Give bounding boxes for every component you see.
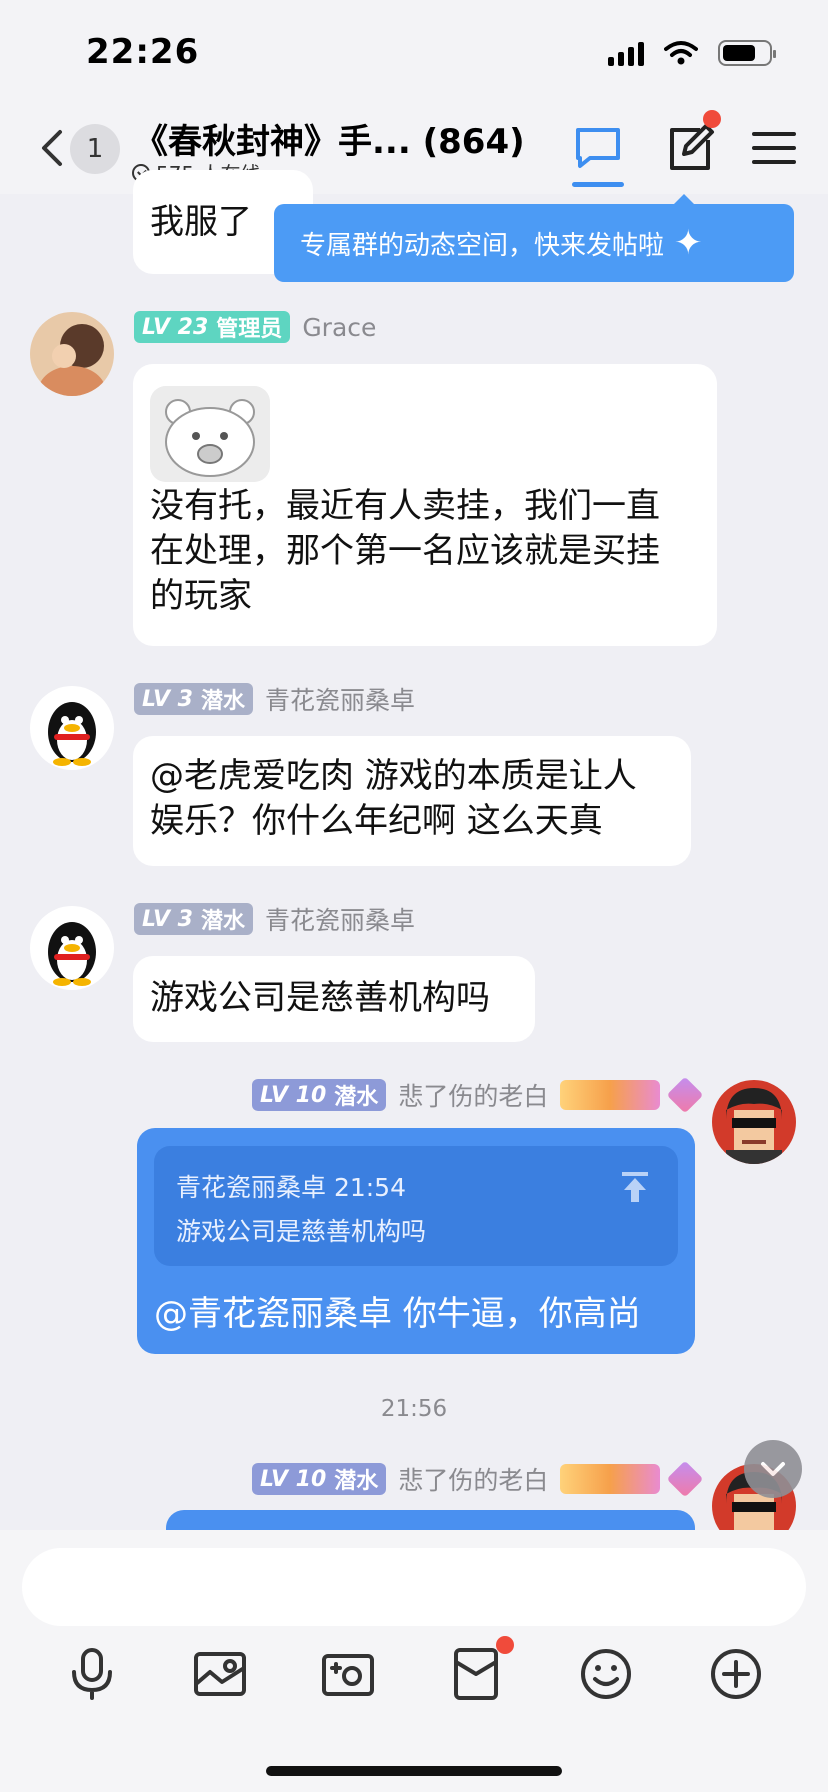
sender-name[interactable]: 青花瓷丽桑卓 xyxy=(265,901,415,937)
message-bubble[interactable]: @老虎爱吃肉 游戏的本质是让人 娱乐？你什么年纪啊 这么天真 xyxy=(133,736,691,866)
status-bar: 22:26 xyxy=(0,0,828,110)
level-badge: LV 10 潜水 xyxy=(252,1079,387,1111)
role-text: 潜水 xyxy=(334,1469,379,1494)
message-input[interactable] xyxy=(22,1548,806,1626)
wifi-icon xyxy=(664,41,698,65)
bear-sticker-image[interactable] xyxy=(150,386,270,482)
avatar[interactable] xyxy=(30,312,114,396)
chevron-down-icon xyxy=(761,1462,785,1476)
role-text: 管理员 xyxy=(216,317,283,342)
level-text: LV 3 xyxy=(142,686,193,712)
sender-name[interactable]: 青花瓷丽桑卓 xyxy=(265,681,415,717)
message-text: @青花瓷丽桑卓 你牛逼，你高尚 xyxy=(154,1294,641,1334)
sender-meta: LV 10 潜水 悲了伤的老白 xyxy=(252,1076,704,1114)
level-text: LV 10 xyxy=(260,1466,327,1492)
camera-icon[interactable] xyxy=(320,1646,376,1702)
message-text: 我服了 xyxy=(150,202,252,242)
penguin-avatar[interactable] xyxy=(30,906,114,990)
gem-badge-icon xyxy=(666,1460,704,1498)
message-bubble[interactable]: 游戏公司是慈善机构吗 xyxy=(133,956,535,1042)
quoted-reply[interactable]: 青花瓷丽桑卓 21:54 游戏公司是慈善机构吗 xyxy=(154,1146,678,1266)
emoji-icon[interactable] xyxy=(578,1646,634,1702)
level-text: LV 23 xyxy=(142,314,209,340)
quote-header: 青花瓷丽桑卓 21:54 xyxy=(176,1173,406,1202)
level-badge: LV 23 管理员 xyxy=(134,311,291,343)
image-icon[interactable] xyxy=(192,1646,248,1702)
level-badge: LV 3 潜水 xyxy=(134,903,253,935)
medal-badge-icon xyxy=(560,1080,661,1110)
status-icons xyxy=(608,40,776,66)
gem-badge-icon xyxy=(666,1076,704,1114)
sender-name[interactable]: 悲了伤的老白 xyxy=(398,1461,548,1497)
microphone-icon[interactable] xyxy=(64,1646,120,1702)
level-text: LV 3 xyxy=(142,906,193,932)
composer xyxy=(0,1530,828,1792)
message-text-line: 娱乐？你什么年纪啊 这么天真 xyxy=(150,801,603,841)
menu-icon[interactable] xyxy=(748,122,800,174)
penguin-avatar[interactable] xyxy=(30,686,114,770)
sender-meta: LV 3 潜水 青花瓷丽桑卓 xyxy=(134,902,415,936)
red-packet-icon[interactable] xyxy=(448,1646,504,1702)
role-text: 潜水 xyxy=(334,1085,379,1110)
notification-dot xyxy=(496,1636,514,1654)
sender-meta: LV 23 管理员 Grace xyxy=(134,310,376,344)
message-text-line: 的玩家 xyxy=(150,576,252,616)
group-title[interactable]: 《春秋封神》手... (864) xyxy=(134,114,525,163)
battery-icon xyxy=(718,40,776,66)
chat-header: 1 《春秋封神》手... (864) 575 人在线 xyxy=(0,110,828,194)
role-text: 潜水 xyxy=(200,689,245,714)
plus-icon[interactable] xyxy=(708,1646,764,1702)
message-text-line: 在处理，那个第一名应该就是买挂 xyxy=(150,531,660,571)
quote-text: 游戏公司是慈善机构吗 xyxy=(176,1217,427,1246)
level-badge: LV 10 潜水 xyxy=(252,1463,387,1495)
feed-tooltip[interactable]: 专属群的动态空间，快来发帖啦 ✦ xyxy=(274,194,794,282)
medal-badge-icon xyxy=(560,1464,661,1494)
unread-count-badge[interactable]: 1 xyxy=(70,124,120,174)
status-time: 22:26 xyxy=(86,32,200,72)
cellular-signal-icon xyxy=(608,40,644,66)
sender-meta: LV 10 潜水 悲了伤的老白 xyxy=(252,1460,704,1498)
message-text-line: 没有托，最近有人卖挂，我们一直 xyxy=(150,486,660,526)
back-chevron-icon[interactable] xyxy=(36,126,66,170)
message-text-line: 游戏公司是慈善机构吗 xyxy=(150,978,490,1018)
sender-meta: LV 3 潜水 青花瓷丽桑卓 xyxy=(134,682,415,716)
pixel-avatar[interactable] xyxy=(712,1080,796,1164)
role-text: 潜水 xyxy=(200,909,245,934)
scroll-to-quote-icon[interactable] xyxy=(620,1170,650,1204)
level-badge: LV 3 潜水 xyxy=(134,683,253,715)
time-divider: 21:56 xyxy=(380,1396,448,1422)
level-text: LV 10 xyxy=(260,1082,327,1108)
sender-name[interactable]: Grace xyxy=(302,313,376,342)
scroll-to-bottom-button[interactable] xyxy=(744,1440,802,1498)
active-tab-indicator xyxy=(572,182,624,187)
compose-post-icon[interactable] xyxy=(664,122,716,174)
chat-tab-icon[interactable] xyxy=(572,122,624,174)
sender-name[interactable]: 悲了伤的老白 xyxy=(398,1077,548,1113)
tooltip-text: 专属群的动态空间，快来发帖啦 xyxy=(300,230,665,261)
home-indicator xyxy=(266,1766,562,1776)
notification-dot xyxy=(703,110,721,128)
message-text-line: @老虎爱吃肉 游戏的本质是让人 xyxy=(150,756,637,796)
sparkle-icon: ✦ xyxy=(674,223,703,263)
